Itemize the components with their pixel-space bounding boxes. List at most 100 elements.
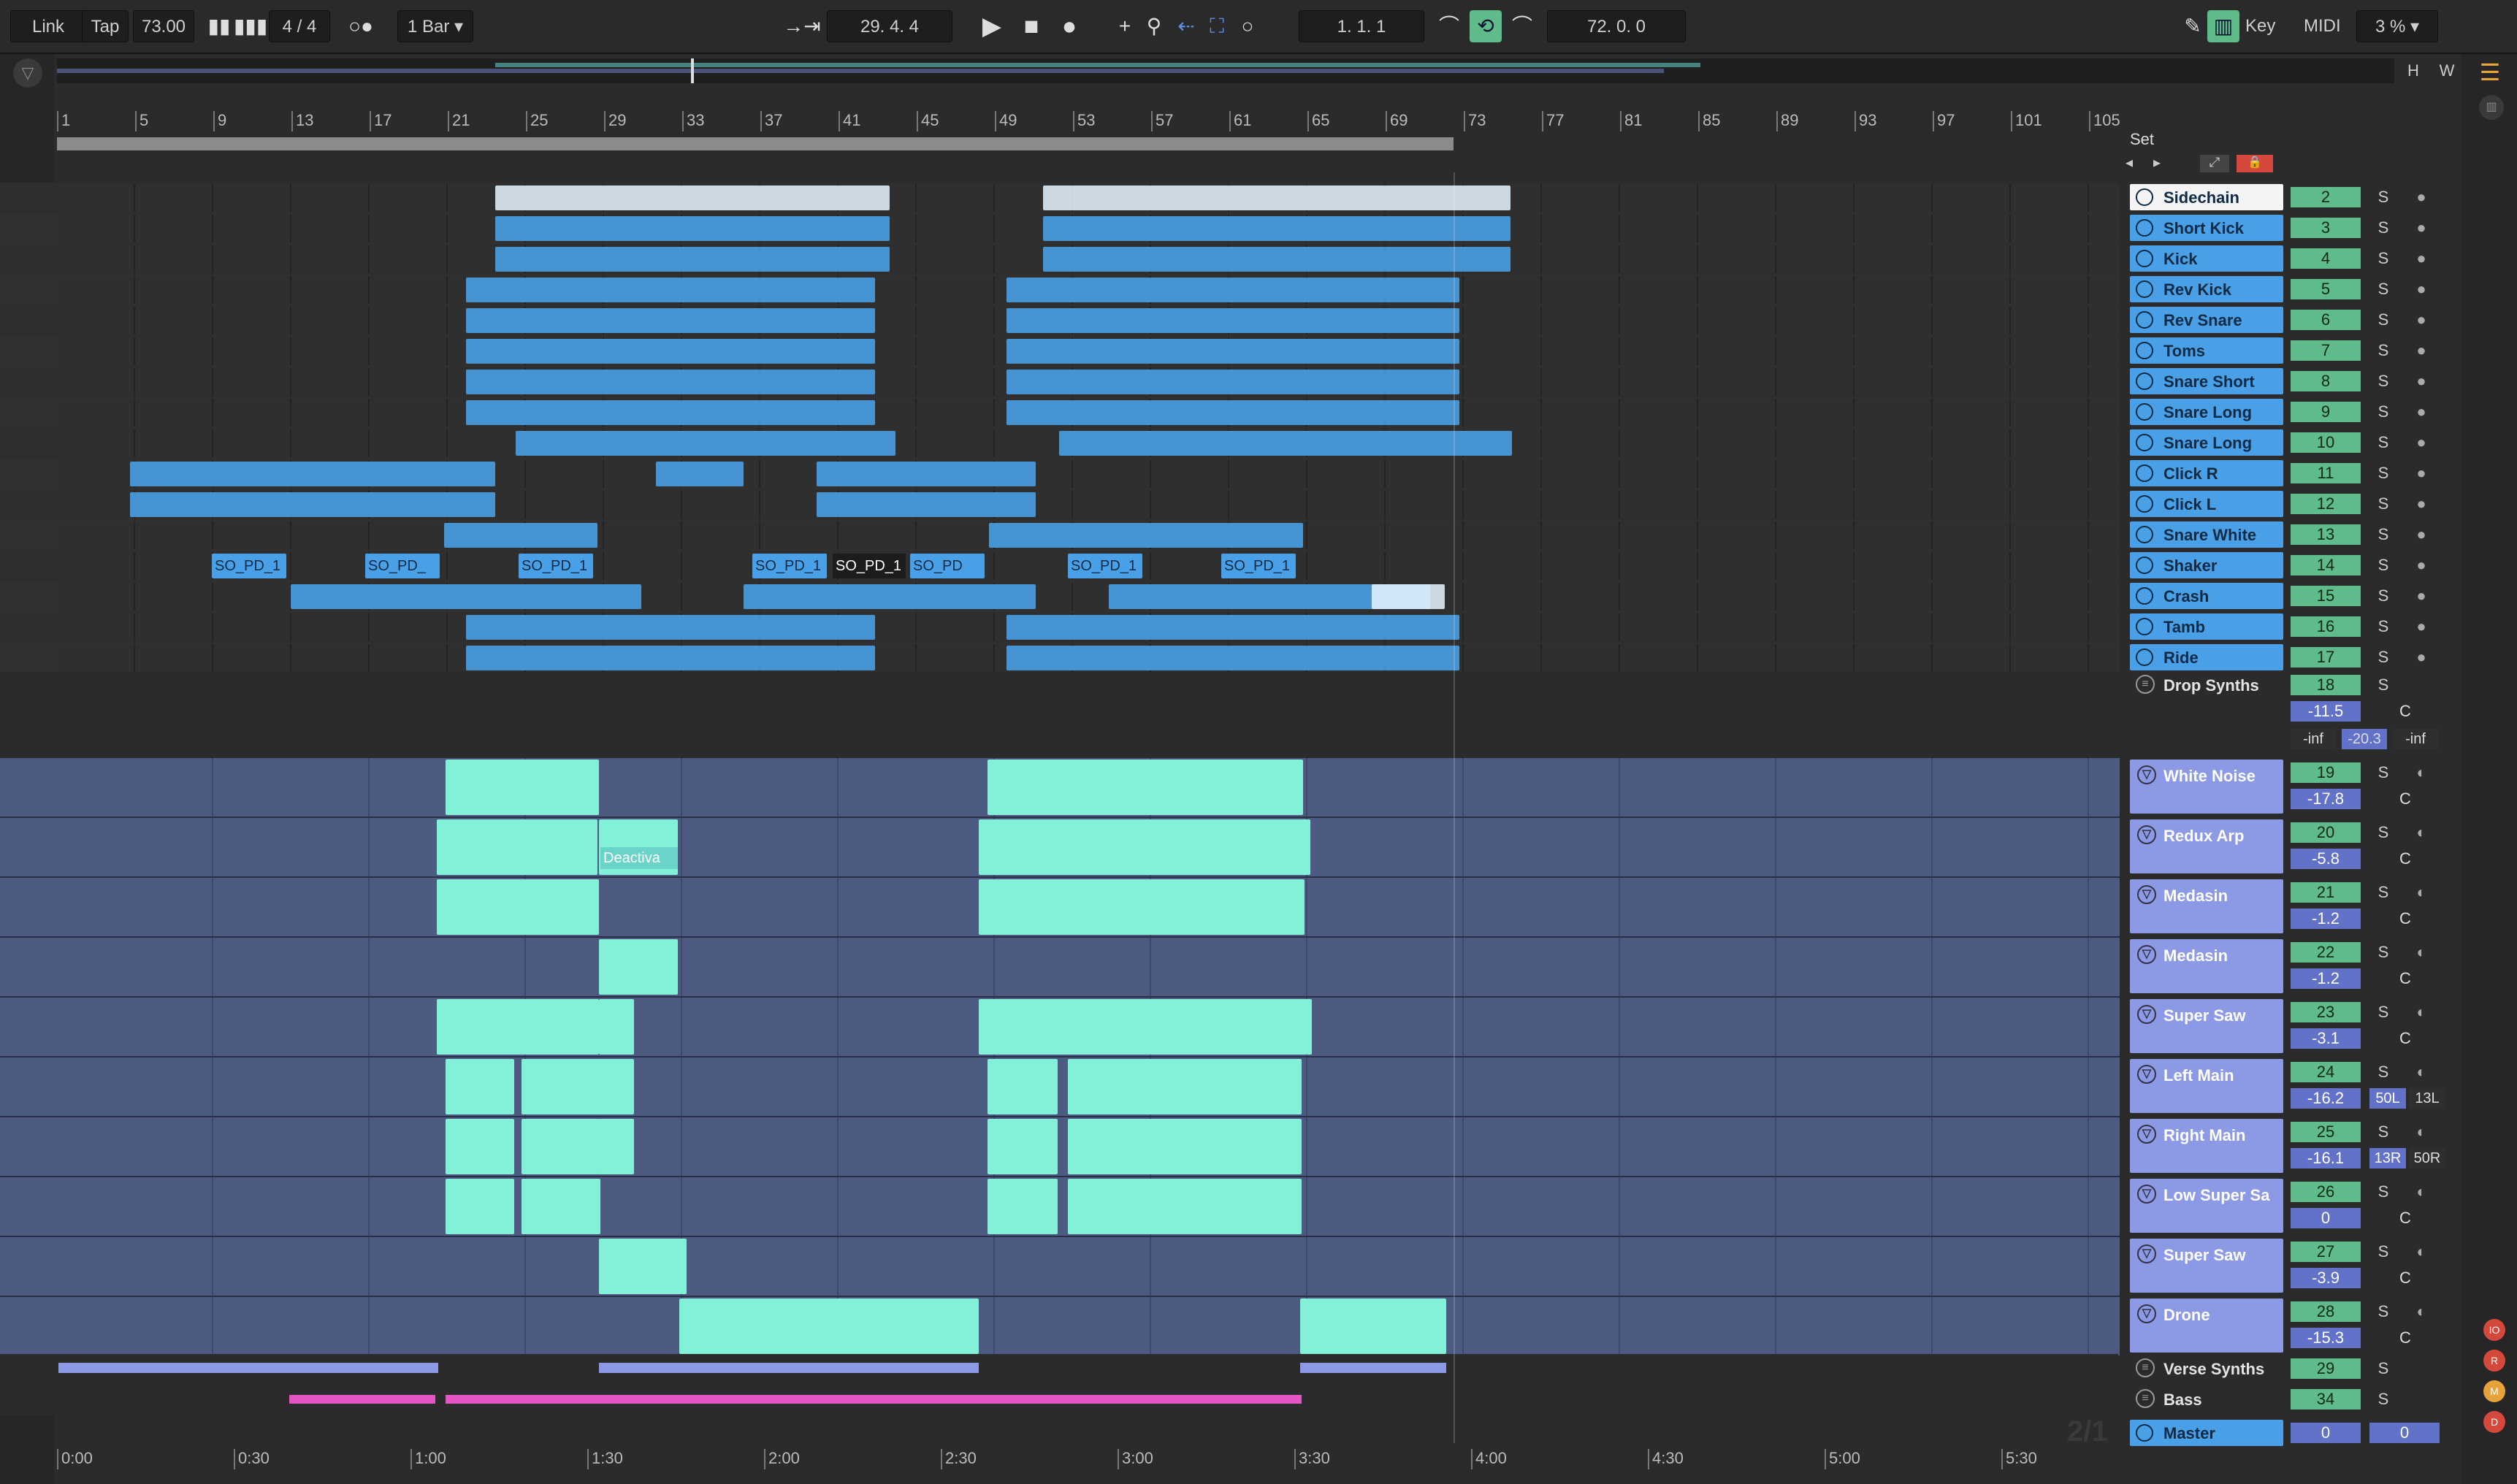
solo-button[interactable]: S bbox=[2369, 1122, 2397, 1142]
midi-clip[interactable] bbox=[516, 431, 895, 456]
track-clip-lane[interactable] bbox=[57, 818, 2120, 876]
record-arm-icon[interactable]: ● bbox=[2410, 371, 2432, 391]
audio-clip[interactable] bbox=[522, 1059, 600, 1114]
track-fold-icon[interactable]: ▽ bbox=[2137, 885, 2156, 904]
send-value[interactable]: -inf bbox=[2291, 729, 2336, 749]
midi-clip[interactable] bbox=[1007, 370, 1459, 394]
synth-track-header-7[interactable]: ▽ Right Main bbox=[2130, 1119, 2283, 1173]
midi-clip[interactable] bbox=[817, 492, 1036, 517]
audio-clip[interactable] bbox=[599, 939, 678, 995]
track-play-icon[interactable] bbox=[2136, 649, 2153, 666]
midi-clip[interactable] bbox=[1043, 186, 1510, 210]
track-play-icon[interactable] bbox=[2136, 188, 2153, 206]
solo-button[interactable]: S bbox=[2369, 942, 2397, 963]
solo-button[interactable]: S bbox=[2369, 1002, 2397, 1022]
track-volume[interactable]: -3.9 bbox=[2291, 1268, 2361, 1288]
solo-button[interactable]: S bbox=[2369, 882, 2397, 903]
arrangement-position-field[interactable]: 29. 4. 4 bbox=[827, 10, 952, 42]
track-pan[interactable]: C bbox=[2369, 1268, 2441, 1288]
solo-button[interactable]: S bbox=[2369, 1242, 2397, 1262]
synth-track-header-9[interactable]: ▽ Super Saw bbox=[2130, 1239, 2283, 1293]
audio-clip[interactable] bbox=[446, 760, 599, 815]
track-pan-left[interactable]: 13R bbox=[2369, 1148, 2406, 1169]
track-header-16[interactable]: Ride bbox=[2130, 644, 2283, 670]
audio-clip[interactable] bbox=[988, 1119, 1058, 1174]
loop-switch-icon[interactable]: ⟲ bbox=[1470, 10, 1502, 42]
record-arm-icon[interactable]: ● bbox=[2410, 586, 2432, 606]
audio-clip[interactable] bbox=[1068, 1059, 1227, 1114]
track-clip-lane[interactable] bbox=[57, 1117, 2120, 1176]
track-clip-lane[interactable] bbox=[57, 307, 2120, 334]
overview-h-button[interactable]: H bbox=[2399, 60, 2428, 82]
track-play-icon[interactable] bbox=[2136, 495, 2153, 513]
record-icon[interactable]: ● bbox=[1053, 10, 1085, 42]
nudge-down-icon[interactable]: ▮▮ bbox=[203, 10, 235, 42]
record-arm-icon[interactable]: ● bbox=[2410, 218, 2432, 238]
solo-button[interactable]: S bbox=[2369, 340, 2397, 361]
solo-button[interactable]: S bbox=[2369, 218, 2397, 238]
track-header-15[interactable]: Tamb bbox=[2130, 613, 2283, 640]
solo-button[interactable]: S bbox=[2369, 463, 2397, 483]
track-clip-lane[interactable] bbox=[57, 583, 2120, 611]
track-clip-lane[interactable] bbox=[57, 1297, 2120, 1355]
track-fold-icon[interactable]: ▽ bbox=[2137, 1125, 2156, 1144]
menu-icon[interactable]: ☰ bbox=[2478, 58, 2502, 85]
track-volume[interactable]: -1.2 bbox=[2291, 968, 2361, 989]
solo-button[interactable]: S bbox=[2369, 1062, 2397, 1082]
track-play-icon[interactable] bbox=[2136, 280, 2153, 298]
track-play-icon[interactable] bbox=[2136, 219, 2153, 237]
track-volume[interactable]: -16.1 bbox=[2291, 1148, 2361, 1169]
midi-clip[interactable] bbox=[1007, 646, 1459, 670]
record-arm-icon[interactable]: ● bbox=[2410, 432, 2432, 453]
track-play-icon[interactable] bbox=[2136, 372, 2153, 390]
track-play-icon[interactable] bbox=[2136, 434, 2153, 451]
group-track-header[interactable]: ≡ Bass bbox=[2130, 1385, 2283, 1414]
solo-button[interactable]: S bbox=[2369, 616, 2397, 637]
track-pan[interactable]: C bbox=[2369, 1208, 2441, 1228]
info-view-icon[interactable]: ▥ bbox=[2479, 95, 2504, 120]
back-to-arrangement-icon[interactable]: ⇠ bbox=[1170, 10, 1202, 42]
audio-clip[interactable] bbox=[446, 1059, 514, 1114]
drop-synths-header[interactable]: Drop Synths ≡ bbox=[2130, 672, 2283, 701]
track-clip-lane[interactable] bbox=[57, 1237, 2120, 1296]
track-pan[interactable]: C bbox=[2369, 789, 2441, 809]
solo-button[interactable]: S bbox=[2369, 555, 2397, 575]
track-volume[interactable]: -5.8 bbox=[2291, 849, 2361, 869]
solo-button[interactable]: S bbox=[2369, 310, 2397, 330]
track-volume[interactable]: -16.2 bbox=[2291, 1088, 2361, 1109]
record-arm-icon[interactable]: ● bbox=[2410, 494, 2432, 514]
stop-icon[interactable]: ■ bbox=[1015, 10, 1047, 42]
record-arm-icon[interactable]: ● bbox=[2410, 647, 2432, 668]
track-fold-icon[interactable]: ▽ bbox=[2137, 945, 2156, 964]
record-arm-icon[interactable]: ● bbox=[2410, 248, 2432, 269]
audio-clip[interactable] bbox=[446, 1179, 514, 1234]
group-pan[interactable]: C bbox=[2369, 701, 2441, 722]
midi-clip[interactable] bbox=[989, 523, 1303, 548]
track-volume[interactable]: -17.8 bbox=[2291, 789, 2361, 809]
midi-clip[interactable] bbox=[495, 247, 890, 272]
io-badge[interactable]: IO bbox=[2483, 1319, 2505, 1341]
track-pan[interactable]: C bbox=[2369, 909, 2441, 929]
track-fold-icon[interactable]: ▽ bbox=[2137, 1185, 2156, 1204]
midi-clip[interactable] bbox=[1007, 400, 1459, 425]
solo-button[interactable]: S bbox=[2369, 675, 2397, 695]
solo-button[interactable]: S bbox=[2369, 1182, 2397, 1202]
record-arm-icon[interactable]: ● bbox=[2410, 279, 2432, 299]
group-volume[interactable]: -11.5 bbox=[2291, 701, 2361, 722]
solo-button[interactable]: S bbox=[2369, 524, 2397, 545]
solo-button[interactable]: S bbox=[2369, 402, 2397, 422]
group-fold-icon[interactable]: ≡ bbox=[2136, 675, 2155, 694]
midi-clip[interactable] bbox=[466, 615, 875, 640]
audio-clip[interactable] bbox=[599, 1239, 687, 1294]
metronome-icon[interactable]: ○● bbox=[337, 10, 384, 42]
master-volume[interactable]: 0 bbox=[2369, 1423, 2440, 1443]
midi-clip[interactable] bbox=[466, 278, 875, 302]
overview-w-button[interactable]: W bbox=[2432, 60, 2461, 82]
track-fold-icon[interactable]: ▽ bbox=[2137, 1005, 2156, 1024]
midi-clip[interactable] bbox=[495, 216, 890, 241]
synth-track-header-1[interactable]: ▽ White Noise bbox=[2130, 760, 2283, 814]
record-arm-icon[interactable]: ◐ bbox=[2410, 822, 2432, 843]
record-arm-icon[interactable]: ● bbox=[2410, 310, 2432, 330]
track-clip-lane[interactable] bbox=[57, 613, 2120, 641]
record-arm-icon[interactable]: ◐ bbox=[2410, 1301, 2432, 1322]
